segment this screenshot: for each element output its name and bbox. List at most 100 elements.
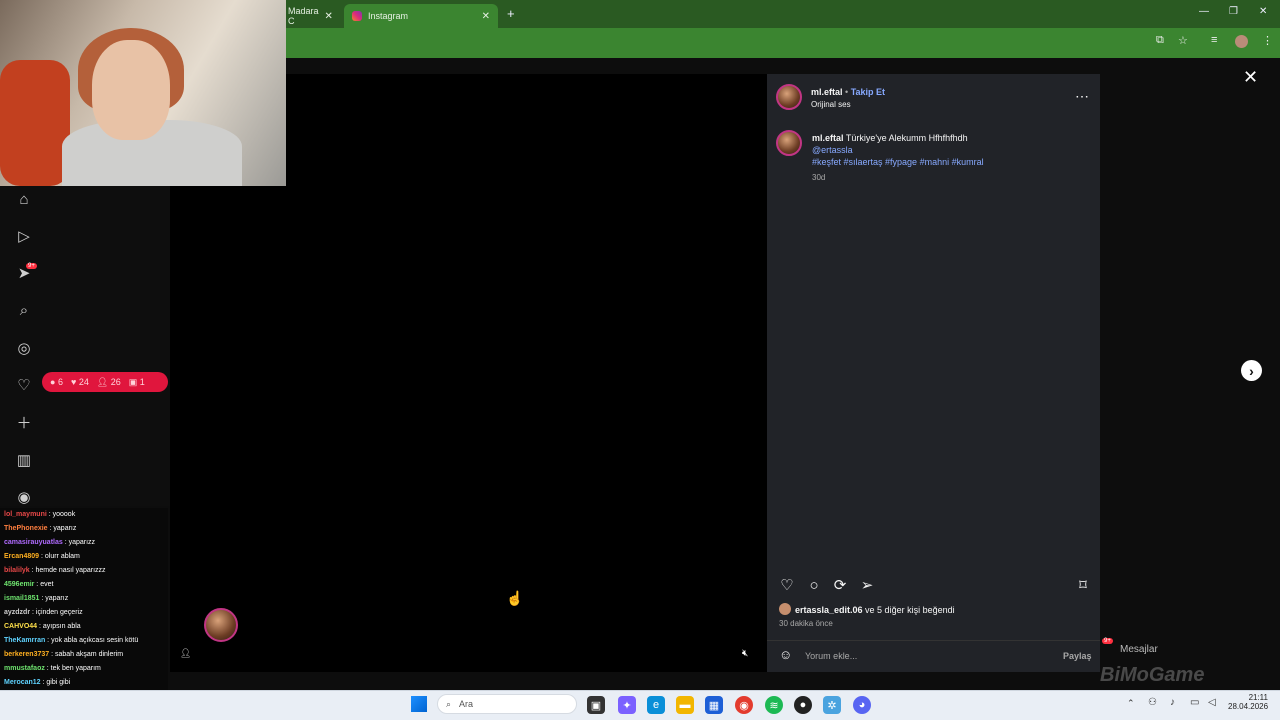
- chat-username[interactable]: ThePhonexie: [4, 525, 48, 532]
- file-explorer-icon[interactable]: ▬: [676, 696, 694, 714]
- tray-mic-icon[interactable]: ♪: [1170, 697, 1175, 708]
- chat-text: : yaparız: [39, 595, 69, 602]
- minimize-icon[interactable]: —: [1199, 6, 1209, 17]
- date: 28.04.2026: [1228, 702, 1269, 711]
- chat-username[interactable]: lol_maymuni: [4, 511, 47, 518]
- messages-badge: 9+: [1102, 638, 1113, 644]
- chat-message: berkeren3737 : sabah akşam dinlerim: [0, 648, 168, 662]
- repost-icon[interactable]: ⟳: [831, 576, 849, 594]
- chat-username[interactable]: TheKamrran: [4, 637, 45, 644]
- liker-username[interactable]: ertassla_edit.06: [795, 605, 863, 615]
- chat-username[interactable]: 4596emir: [4, 581, 34, 588]
- discord-icon[interactable]: ◕: [853, 696, 871, 714]
- caption-mention[interactable]: @ertassla: [812, 145, 853, 155]
- chat-text: : olurr ablam: [39, 553, 80, 560]
- chat-message: TheKamrran : yok abla açıkcası sesin köt…: [0, 634, 168, 648]
- bookmark-star-icon[interactable]: ☆: [1178, 34, 1188, 47]
- explore-icon[interactable]: ◎: [14, 338, 34, 358]
- notifications-heart-icon[interactable]: ♡: [14, 375, 34, 395]
- comment-input[interactable]: Yorum ekle...: [805, 651, 857, 661]
- install-app-icon[interactable]: ⧉: [1156, 34, 1164, 47]
- chat-username[interactable]: ismail1851: [4, 595, 39, 602]
- chat-text: : tek ben yaparım: [44, 665, 101, 672]
- chat-username[interactable]: mmustafaoz: [4, 665, 45, 672]
- more-options-icon[interactable]: ⋯: [1075, 88, 1089, 105]
- tray-network-icon[interactable]: ⚇: [1148, 697, 1157, 708]
- like-icon[interactable]: ♡: [778, 576, 796, 594]
- share-comment-button[interactable]: Paylaş: [1063, 651, 1092, 661]
- task-view-icon[interactable]: ▣: [587, 696, 605, 714]
- chat-username[interactable]: ayzdzdr: [4, 609, 30, 616]
- chat-username[interactable]: Ercan4809: [4, 553, 39, 560]
- tab-madara[interactable]: Madara C ✕: [280, 4, 338, 28]
- settings-icon[interactable]: ✲: [823, 696, 841, 714]
- tab-label: Madara C: [288, 6, 319, 26]
- caption-hashtags[interactable]: #keşfet #sılaertaş #fypage #mahni #kumra…: [812, 157, 984, 167]
- store-icon[interactable]: ▦: [705, 696, 723, 714]
- tray-volume-icon[interactable]: ◁: [1208, 697, 1216, 708]
- tray-clock[interactable]: 21:11 28.04.2026: [1228, 693, 1268, 711]
- chat-username[interactable]: CAHVO44: [4, 623, 37, 630]
- likes-rest: ve 5 diğer kişi beğendi: [862, 605, 955, 615]
- tray-chevron-icon[interactable]: ⌃: [1127, 698, 1135, 709]
- save-bookmark-icon[interactable]: ⌑: [1074, 576, 1092, 594]
- spotify-icon[interactable]: ≋: [765, 696, 783, 714]
- followers-stat: ▣ 1: [128, 376, 145, 387]
- chat-message: ismail1851 : yaparız: [0, 592, 168, 606]
- liker-avatar: [779, 603, 791, 615]
- close-tab-icon[interactable]: ✕: [482, 11, 490, 22]
- taskbar-search[interactable]: ⌕ Ara: [437, 694, 577, 714]
- home-icon[interactable]: ⌂: [14, 189, 34, 209]
- chat-message: camasirauyuatlas : yaparızz: [0, 536, 168, 550]
- chrome-icon[interactable]: ◉: [735, 696, 753, 714]
- audio-label[interactable]: Orijinal ses: [811, 100, 851, 109]
- reels-icon[interactable]: ▷: [14, 226, 34, 246]
- close-window-icon[interactable]: ✕: [1259, 6, 1267, 17]
- close-tab-icon[interactable]: ✕: [325, 11, 333, 22]
- dashboard-icon[interactable]: ▥: [14, 450, 34, 470]
- messages-label[interactable]: Mesajlar: [1120, 644, 1158, 655]
- likes-summary[interactable]: ertassla_edit.06 ve 5 diğer kişi beğendi: [795, 605, 955, 615]
- tab-instagram[interactable]: Instagram ✕: [344, 4, 498, 28]
- chat-username[interactable]: camasirauyuatlas: [4, 539, 63, 546]
- edge-icon[interactable]: e: [647, 696, 665, 714]
- media-controls-icon[interactable]: ≡: [1211, 34, 1217, 46]
- close-icon[interactable]: ✕: [1243, 67, 1258, 88]
- profile-avatar[interactable]: [1235, 35, 1248, 48]
- chat-username[interactable]: Merocan12: [4, 679, 41, 686]
- comments-stat: ● 6: [50, 377, 63, 387]
- create-icon[interactable]: ＋: [14, 412, 34, 432]
- windows-start-icon[interactable]: [411, 696, 427, 712]
- chat-text: : gibi gibi: [40, 679, 71, 686]
- emoji-icon[interactable]: ☺: [779, 647, 792, 662]
- tray-display-icon[interactable]: ▭: [1190, 697, 1199, 708]
- obs-icon[interactable]: ●: [794, 696, 812, 714]
- caption-username[interactable]: ml.eftal: [812, 133, 844, 143]
- copilot-icon[interactable]: ✦: [618, 696, 636, 714]
- chat-text: : içinden geçeriz: [30, 609, 83, 616]
- browser-menu-icon[interactable]: ⋮: [1262, 34, 1273, 47]
- author-username[interactable]: ml.eftal: [811, 87, 843, 97]
- chat-message: ThePhonexie : yaparız: [0, 522, 168, 536]
- new-tab-button[interactable]: +: [507, 6, 515, 21]
- watermark-logo: BiMoGame: [1100, 664, 1205, 686]
- follow-button[interactable]: Takip Et: [851, 87, 885, 97]
- chat-text: : hemde nasıl yaparızzz: [29, 567, 106, 574]
- share-icon[interactable]: ➢: [858, 576, 876, 594]
- chat-username[interactable]: berkeren3737: [4, 651, 49, 658]
- search-icon[interactable]: ⌕: [14, 300, 34, 320]
- chat-username[interactable]: bilalilyk: [4, 567, 30, 574]
- tagged-user-icon[interactable]: 👤︎: [180, 648, 191, 659]
- likes-stat: ♥ 24: [70, 377, 89, 387]
- caption-avatar[interactable]: [776, 130, 802, 156]
- search-icon: ⌕: [446, 698, 452, 709]
- restore-icon[interactable]: ❐: [1229, 6, 1238, 17]
- profile-nav-icon[interactable]: ◉: [14, 487, 34, 507]
- next-post-icon[interactable]: ›: [1241, 360, 1262, 381]
- chat-message: 4596emir : evet: [0, 578, 168, 592]
- mute-icon[interactable]: 🔇︎: [742, 648, 748, 659]
- comment-icon[interactable]: ○: [805, 576, 823, 594]
- author-avatar[interactable]: [776, 84, 802, 110]
- chat-message: Ercan4809 : olurr ablam: [0, 550, 168, 564]
- post-time: 30 dakika önce: [779, 619, 833, 628]
